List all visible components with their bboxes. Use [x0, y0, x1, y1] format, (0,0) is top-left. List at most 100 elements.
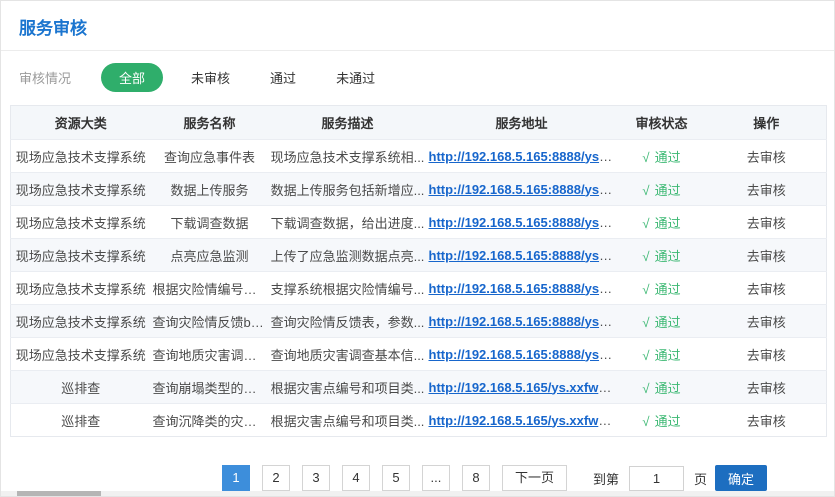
- table-row: 现场应急技术支撑系统查询灾险情反馈byZ...查询灾险情反馈表，参数...htt…: [11, 305, 827, 338]
- page-ellipsis-button[interactable]: ...: [422, 465, 450, 491]
- cell-category: 现场应急技术支撑系统: [11, 305, 151, 338]
- cell-status: √通过: [617, 206, 707, 239]
- page-number-button[interactable]: 5: [382, 465, 410, 491]
- service-url-link[interactable]: http://192.168.5.165:8888/ys.yjz...: [429, 215, 617, 230]
- next-page-button[interactable]: 下一页: [502, 465, 567, 491]
- filter-tab-unreviewed[interactable]: 未审核: [191, 63, 230, 92]
- go-review-link[interactable]: 去审核: [747, 282, 786, 297]
- go-review-link[interactable]: 去审核: [747, 315, 786, 330]
- table-row: 现场应急技术支撑系统点亮应急监测上传了应急监测数据点亮...http://192…: [11, 239, 827, 272]
- table-body: 现场应急技术支撑系统查询应急事件表现场应急技术支撑系统相...http://19…: [11, 140, 827, 437]
- page-number-button[interactable]: 4: [342, 465, 370, 491]
- cell-status: √ 通过: [617, 305, 707, 338]
- filter-tab-passed[interactable]: 通过: [270, 63, 296, 92]
- cell-service-name: 查询崩塌类型的灾害...: [151, 371, 269, 404]
- cell-category: 现场应急技术支撑系统: [11, 239, 151, 272]
- cell-service-name: 点亮应急监测: [151, 239, 269, 272]
- go-review-link[interactable]: 去审核: [747, 348, 786, 363]
- table-row: 现场应急技术支撑系统查询应急事件表现场应急技术支撑系统相...http://19…: [11, 140, 827, 173]
- cell-description: 根据灾害点编号和项目类...: [269, 404, 427, 437]
- pagination: 12345...8 下一页 到第 页 确定: [222, 465, 767, 491]
- cell-service-name: 查询地质灾害调查基...: [151, 338, 269, 371]
- go-review-link[interactable]: 去审核: [747, 150, 786, 165]
- cell-status: √ 通过: [617, 404, 707, 437]
- column-header-category: 资源大类: [11, 106, 151, 140]
- goto-page-suffix-label: 页: [694, 469, 707, 488]
- status-text: 通过: [655, 150, 681, 165]
- page-number-button[interactable]: 3: [302, 465, 330, 491]
- filter-group-label: 审核情况: [19, 68, 71, 87]
- status-text: 通过: [655, 414, 681, 429]
- table-row: 巡排查查询沉降类的灾害点...根据灾害点编号和项目类...http://192.…: [11, 404, 827, 437]
- cell-service-name: 数据上传服务: [151, 173, 269, 206]
- check-icon: √: [642, 150, 649, 165]
- cell-status: √ 通过: [617, 272, 707, 305]
- go-review-link[interactable]: 去审核: [747, 381, 786, 396]
- go-review-link[interactable]: 去审核: [747, 249, 786, 264]
- table-row: 现场应急技术支撑系统查询地质灾害调查基...查询地质灾害调查基本信...http…: [11, 338, 827, 371]
- cell-category: 巡排查: [11, 371, 151, 404]
- cell-category: 现场应急技术支撑系统: [11, 140, 151, 173]
- check-icon: √: [642, 183, 649, 198]
- go-review-link[interactable]: 去审核: [747, 216, 786, 231]
- status-text: 通过: [655, 249, 681, 264]
- service-url-link[interactable]: http://192.168.5.165:8888/ys.yjz...: [429, 149, 617, 164]
- status-text: 通过: [655, 315, 681, 330]
- cell-service-name: 下载调查数据: [151, 206, 269, 239]
- cell-status: √ 通过: [617, 239, 707, 272]
- cell-service-name: 查询应急事件表: [151, 140, 269, 173]
- service-url-link[interactable]: http://192.168.5.165/ys.xxfwfb/s...: [429, 413, 617, 428]
- check-icon: √: [642, 381, 649, 396]
- service-url-link[interactable]: http://192.168.5.165:8888/ys.yjz...: [429, 248, 617, 263]
- cell-action: 去审核: [707, 239, 827, 272]
- column-header-service-url: 服务地址: [427, 106, 617, 140]
- cell-service-name: 根据灾险情编号查询...: [151, 272, 269, 305]
- check-icon: √: [642, 282, 649, 297]
- cell-status: √ 通过: [617, 140, 707, 173]
- check-icon: √: [642, 348, 649, 363]
- cell-description: 下载调查数据，给出进度...: [269, 206, 427, 239]
- horizontal-scrollbar-track[interactable]: [1, 491, 834, 496]
- status-text: 通过: [655, 282, 681, 297]
- check-icon: √: [642, 249, 649, 264]
- cell-description: 数据上传服务包括新增应...: [269, 173, 427, 206]
- table-row: 巡排查查询崩塌类型的灾害...根据灾害点编号和项目类...http://192.…: [11, 371, 827, 404]
- service-url-link[interactable]: http://192.168.5.165:8888/ys.yjz...: [429, 314, 617, 329]
- page-number-button[interactable]: 2: [262, 465, 290, 491]
- cell-category: 现场应急技术支撑系统: [11, 206, 151, 239]
- cell-service-url: http://192.168.5.165:8888/ys.yjz...: [427, 272, 617, 305]
- cell-action: 去审核: [707, 371, 827, 404]
- service-url-link[interactable]: http://192.168.5.165:8888/ys.yjz...: [429, 347, 617, 362]
- filter-tab-failed[interactable]: 未通过: [336, 63, 375, 92]
- cell-action: 去审核: [707, 338, 827, 371]
- check-icon: √: [642, 216, 649, 231]
- horizontal-scrollbar-thumb[interactable]: [17, 491, 101, 496]
- page-title: 服务审核: [1, 1, 834, 50]
- cell-action: 去审核: [707, 173, 827, 206]
- table-row: 现场应急技术支撑系统根据灾险情编号查询...支撑系统根据灾险情编号...http…: [11, 272, 827, 305]
- check-icon: √: [642, 315, 649, 330]
- filter-tab-all[interactable]: 全部: [101, 63, 163, 92]
- column-header-action: 操作: [707, 106, 827, 140]
- column-header-service-name: 服务名称: [151, 106, 269, 140]
- go-review-link[interactable]: 去审核: [747, 183, 786, 198]
- goto-page-input[interactable]: [629, 466, 684, 491]
- service-url-link[interactable]: http://192.168.5.165/ys.xxfwfb/s...: [429, 380, 617, 395]
- page-number-button[interactable]: 8: [462, 465, 490, 491]
- confirm-button[interactable]: 确定: [715, 465, 767, 491]
- go-review-link[interactable]: 去审核: [747, 414, 786, 429]
- cell-service-url: http://192.168.5.165:8888/ys.yjz...: [427, 206, 617, 239]
- cell-category: 现场应急技术支撑系统: [11, 272, 151, 305]
- service-url-link[interactable]: http://192.168.5.165:8888/ys.yjz...: [429, 182, 617, 197]
- cell-description: 查询灾险情反馈表，参数...: [269, 305, 427, 338]
- cell-category: 现场应急技术支撑系统: [11, 338, 151, 371]
- pagination-pages: 12345... 8: [222, 465, 502, 491]
- check-icon: √: [642, 414, 649, 429]
- cell-service-name: 查询沉降类的灾害点...: [151, 404, 269, 437]
- page-number-button[interactable]: 1: [222, 465, 250, 491]
- service-url-link[interactable]: http://192.168.5.165:8888/ys.yjz...: [429, 281, 617, 296]
- cell-service-url: http://192.168.5.165:8888/ys.yjz...: [427, 338, 617, 371]
- column-header-status: 审核状态: [617, 106, 707, 140]
- cell-description: 上传了应急监测数据点亮...: [269, 239, 427, 272]
- cell-action: 去审核: [707, 272, 827, 305]
